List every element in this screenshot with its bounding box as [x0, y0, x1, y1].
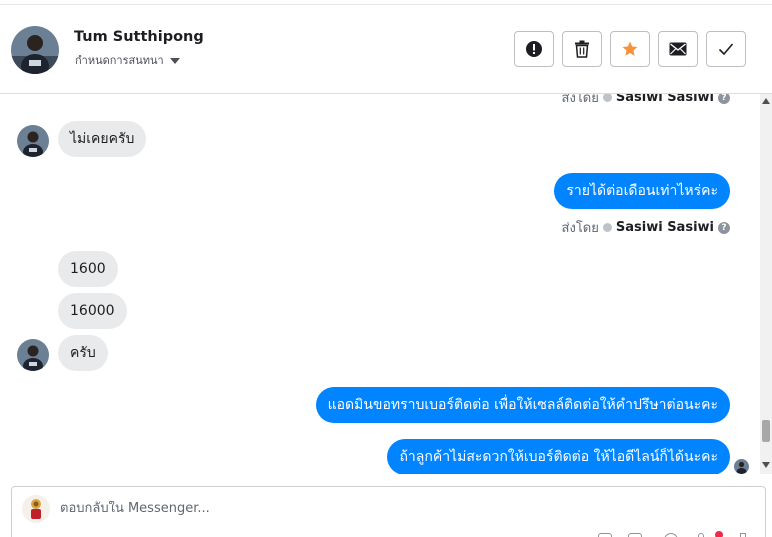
star-button[interactable] — [610, 31, 650, 67]
sent-check-icon — [602, 94, 612, 102]
send-icon[interactable] — [740, 533, 746, 537]
conversation-options-label: กำหนดการสนทนา — [75, 54, 164, 67]
image-icon[interactable] — [628, 533, 642, 537]
mark-done-button[interactable] — [706, 31, 746, 67]
contact-message-avatar[interactable] — [17, 125, 49, 157]
outgoing-message[interactable]: แอดมินขอทราบเบอร์ติดต่อ เพื่อให้เซลล์ติด… — [315, 387, 730, 423]
message-scrollbar[interactable] — [760, 94, 772, 474]
incoming-message[interactable]: ไม่เคยครับ — [58, 121, 147, 157]
sent-by-label: ส่งโดย Sasiwi Sasiwi ? — [562, 94, 730, 108]
outgoing-message[interactable]: รายได้ต่อเดือนเท่าไหร่คะ — [554, 173, 730, 209]
conversation-header: Tum Sutthipong กำหนดการสนทนา — [0, 4, 772, 94]
conversation-actions — [514, 31, 746, 67]
scroll-up-icon[interactable] — [762, 98, 770, 104]
envelope-icon — [669, 42, 687, 56]
seen-avatar — [734, 459, 749, 474]
scroll-thumb[interactable] — [762, 420, 770, 442]
sent-by-label: ส่งโดย Sasiwi Sasiwi ? — [562, 217, 730, 238]
conversation-options-dropdown[interactable]: กำหนดการสนทนา — [75, 51, 180, 69]
trash-icon — [575, 40, 589, 58]
sender-name[interactable]: Sasiwi Sasiwi — [616, 94, 714, 105]
attachment-icon[interactable] — [598, 533, 612, 537]
reply-input[interactable] — [60, 501, 660, 516]
message-list[interactable]: ส่งโดย Sasiwi Sasiwi ? ไม่เคยครับ รายได้… — [0, 94, 760, 474]
sticker-icon[interactable] — [698, 533, 704, 537]
contact-name[interactable]: Tum Sutthipong — [74, 29, 204, 45]
sender-name[interactable]: Sasiwi Sasiwi — [616, 220, 714, 235]
outgoing-message[interactable]: ถ้าลูกค้าไม่สะดวกให้เบอร์ติดต่อ ให้ไอดีไ… — [387, 439, 730, 474]
incoming-message[interactable]: 16000 — [58, 293, 127, 329]
report-button[interactable] — [514, 31, 554, 67]
notification-dot — [715, 531, 723, 537]
scroll-down-icon[interactable] — [762, 462, 770, 468]
star-icon — [622, 41, 638, 56]
mark-unread-button[interactable] — [658, 31, 698, 67]
help-icon[interactable]: ? — [718, 221, 730, 234]
sent-check-icon — [602, 223, 612, 232]
help-icon[interactable]: ? — [718, 94, 730, 104]
contact-message-avatar[interactable] — [17, 339, 49, 371]
delete-button[interactable] — [562, 31, 602, 67]
incoming-message[interactable]: ครับ — [58, 335, 108, 371]
check-icon — [718, 43, 734, 56]
exclamation-icon — [526, 41, 542, 57]
contact-avatar[interactable] — [11, 26, 59, 74]
page-avatar — [22, 495, 50, 523]
reply-composer — [11, 486, 766, 537]
incoming-message[interactable]: 1600 — [58, 251, 118, 287]
emoji-icon[interactable] — [664, 533, 678, 537]
chevron-down-icon — [169, 57, 180, 64]
